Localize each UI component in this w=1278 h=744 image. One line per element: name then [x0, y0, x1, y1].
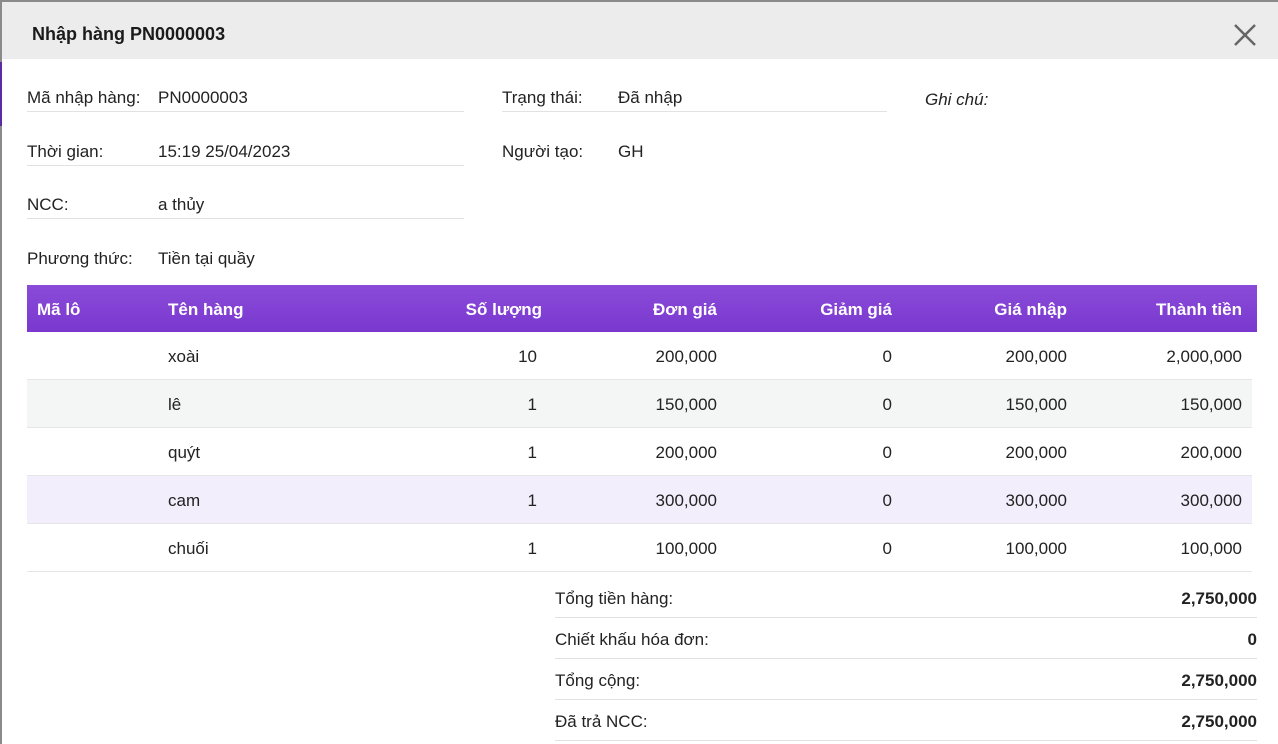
- cell-name: xoài: [168, 347, 200, 366]
- note-label: Ghi chú:: [925, 90, 989, 109]
- table-body: xoài 10 200,000 0 200,000 2,000,000 lê 1…: [27, 332, 1257, 572]
- items-table: Mã lô Tên hàng Số lượng Đơn giá Giảm giá…: [27, 285, 1257, 572]
- info-section: Mã nhập hàng: PN0000003 Thời gian: 15:19…: [27, 59, 1267, 285]
- info-row-creator: Người tạo: GH: [502, 113, 887, 166]
- invoice-discount-value: 0: [1247, 630, 1257, 649]
- cell-total: 100,000: [1180, 539, 1242, 558]
- col-name: Tên hàng: [168, 300, 244, 319]
- cell-import-price: 300,000: [1005, 491, 1067, 510]
- cell-name: chuối: [168, 539, 209, 558]
- creator-value: GH: [618, 142, 644, 161]
- invoice-discount-label: Chiết khấu hóa đơn:: [555, 630, 709, 649]
- subtotal-value: 2,750,000: [1181, 589, 1257, 608]
- code-label: Mã nhập hàng:: [27, 88, 141, 107]
- col-total: Thành tiền: [1156, 300, 1242, 319]
- cell-price: 200,000: [655, 347, 717, 366]
- cell-price: 150,000: [655, 395, 717, 414]
- close-icon[interactable]: [1230, 20, 1260, 50]
- total-row-discount: Chiết khấu hóa đơn: 0: [555, 618, 1257, 659]
- cell-discount: 0: [882, 347, 892, 366]
- paid-supplier-value: 2,750,000: [1181, 712, 1257, 731]
- cell-total: 200,000: [1180, 443, 1242, 462]
- subtotal-label: Tổng tiền hàng:: [555, 589, 674, 608]
- table-row[interactable]: xoài 10 200,000 0 200,000 2,000,000: [27, 332, 1252, 380]
- info-row-status: Trạng thái: Đã nhập: [502, 59, 887, 112]
- info-row-method: Phương thức: Tiền tại quầy: [27, 220, 464, 273]
- cell-discount: 0: [882, 539, 892, 558]
- cell-price: 100,000: [655, 539, 717, 558]
- info-row-time: Thời gian: 15:19 25/04/2023: [27, 113, 464, 166]
- supplier-label: NCC:: [27, 195, 69, 214]
- cell-import-price: 200,000: [1005, 443, 1067, 462]
- time-label: Thời gian:: [27, 142, 104, 161]
- table-row[interactable]: lê 1 150,000 0 150,000 150,000: [27, 380, 1252, 428]
- code-value: PN0000003: [158, 88, 248, 107]
- cell-name: cam: [168, 491, 201, 510]
- cell-discount: 0: [882, 443, 892, 462]
- cell-name: lê: [168, 395, 182, 414]
- supplier-value: a thủy: [158, 195, 205, 214]
- col-qty: Số lượng: [465, 300, 542, 319]
- cell-qty: 1: [527, 539, 537, 558]
- paid-supplier-label: Đã trả NCC:: [555, 712, 648, 731]
- cell-discount: 0: [882, 491, 892, 510]
- cell-discount: 0: [882, 395, 892, 414]
- table-row[interactable]: cam 1 300,000 0 300,000 300,000: [27, 476, 1252, 524]
- cell-price: 200,000: [655, 443, 717, 462]
- time-value: 15:19 25/04/2023: [158, 142, 291, 161]
- totals-section: Tổng tiền hàng: 2,750,000 Chiết khấu hóa…: [555, 577, 1257, 741]
- import-detail-modal: Nhập hàng PN0000003 Mã nhập hàng: PN0000…: [2, 2, 1278, 744]
- cell-total: 2,000,000: [1166, 347, 1242, 366]
- creator-label: Người tạo:: [502, 142, 584, 161]
- method-label: Phương thức:: [27, 249, 133, 268]
- modal-title: Nhập hàng PN0000003: [32, 24, 226, 44]
- col-lot: Mã lô: [37, 300, 81, 319]
- method-value: Tiền tại quầy: [158, 249, 255, 268]
- table-row[interactable]: quýt 1 200,000 0 200,000 200,000: [27, 428, 1252, 476]
- grand-total-label: Tổng cộng:: [555, 671, 641, 690]
- cell-qty: 1: [527, 491, 537, 510]
- cell-qty: 1: [527, 395, 537, 414]
- cell-price: 300,000: [655, 491, 717, 510]
- total-row-subtotal: Tổng tiền hàng: 2,750,000: [555, 577, 1257, 618]
- cell-import-price: 200,000: [1005, 347, 1067, 366]
- col-import-price: Giá nhập: [994, 300, 1067, 319]
- cell-import-price: 100,000: [1005, 539, 1067, 558]
- cell-qty: 1: [527, 443, 537, 462]
- status-value: Đã nhập: [618, 88, 683, 107]
- status-label: Trạng thái:: [502, 88, 583, 107]
- table-row[interactable]: chuối 1 100,000 0 100,000 100,000: [27, 524, 1252, 572]
- table-header: Mã lô Tên hàng Số lượng Đơn giá Giảm giá…: [27, 285, 1257, 332]
- info-row-code: Mã nhập hàng: PN0000003: [27, 59, 464, 112]
- cell-qty: 10: [518, 347, 537, 366]
- total-row-paid: Đã trả NCC: 2,750,000: [555, 700, 1257, 741]
- modal-header: Nhập hàng PN0000003: [2, 2, 1278, 59]
- cell-import-price: 150,000: [1005, 395, 1067, 414]
- grand-total-value: 2,750,000: [1181, 671, 1257, 690]
- total-row-grand: Tổng cộng: 2,750,000: [555, 659, 1257, 700]
- col-price: Đơn giá: [652, 300, 717, 319]
- cell-total: 150,000: [1180, 395, 1242, 414]
- info-row-supplier: NCC: a thủy: [27, 166, 464, 219]
- cell-total: 300,000: [1180, 491, 1242, 510]
- col-discount: Giảm giá: [820, 300, 892, 319]
- cell-name: quýt: [168, 443, 201, 462]
